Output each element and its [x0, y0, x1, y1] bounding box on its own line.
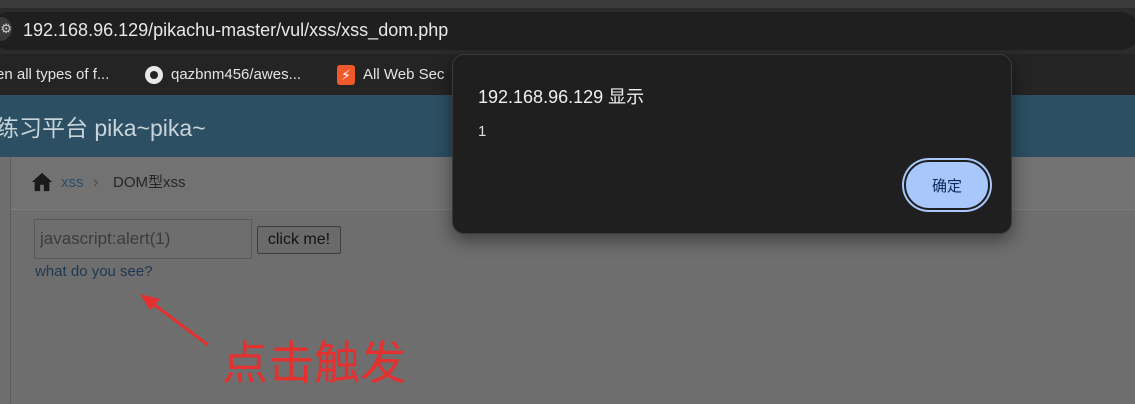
dialog-message: 1: [478, 123, 487, 140]
url-input[interactable]: [34, 219, 252, 259]
home-icon[interactable]: [31, 171, 53, 193]
github-icon: [145, 66, 163, 85]
result-link[interactable]: what do you see?: [35, 263, 153, 280]
bookmark-label: All Web Sec: [363, 66, 445, 83]
bookmark-label: en all types of f...: [0, 66, 110, 83]
window-top-strip: [0, 0, 1135, 8]
page-title: 练习平台 pika~pika~: [0, 115, 206, 141]
dialog-title: 192.168.96.129 显示: [478, 87, 645, 107]
annotation-text: 点击触发: [222, 336, 406, 390]
breadcrumb-link-xss[interactable]: xss: [61, 157, 84, 209]
breadcrumb-current: DOM型xss: [113, 174, 186, 191]
bookmark-item-1[interactable]: en all types of f...: [0, 54, 109, 95]
bookmark-item-2[interactable]: qazbnm456/awes...: [145, 54, 301, 95]
ok-button[interactable]: 确定: [904, 160, 990, 210]
alert-dialog: 192.168.96.129 显示 1 确定: [452, 54, 1012, 234]
flash-icon: ⚡: [337, 65, 355, 86]
annotation-arrow: [140, 294, 209, 347]
site-info-icon[interactable]: ⚙: [0, 17, 12, 41]
bookmark-item-3[interactable]: ⚡ All Web Sec: [337, 54, 444, 95]
click-me-button[interactable]: click me!: [257, 226, 341, 254]
url-text[interactable]: 192.168.96.129/pikachu-master/vul/xss/xs…: [23, 8, 448, 54]
address-bar: ⚙ 192.168.96.129/pikachu-master/vul/xss/…: [0, 8, 1135, 54]
breadcrumb-separator: ›: [93, 174, 99, 191]
bookmark-label: qazbnm456/awes...: [171, 66, 302, 83]
